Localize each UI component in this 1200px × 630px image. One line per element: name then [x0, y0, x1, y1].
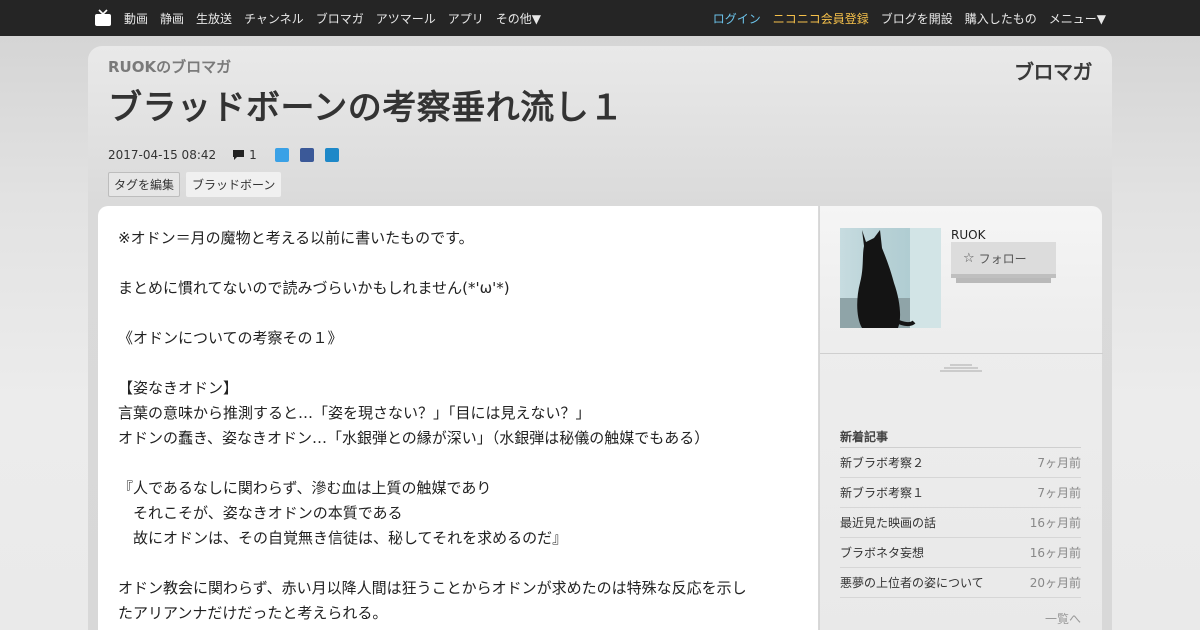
recent-article-date: 7ヶ月前 [1037, 486, 1081, 500]
grip-handle-icon[interactable] [940, 358, 982, 372]
recent-article-date: 20ヶ月前 [1029, 576, 1081, 590]
article-line: オドンの蠢き、姿なきオドン…「水銀弾との縁が深い」（水銀弾は秘儀の触媒でもある） [118, 429, 710, 447]
article-line: 【姿なきオドン】 [118, 379, 239, 397]
recent-article-title: ブラボネタ妄想 [840, 546, 925, 560]
black-cat-image [840, 228, 941, 328]
article-meta: 2017-04-15 08:42 1 [108, 148, 350, 162]
twitter-share-icon[interactable] [274, 148, 289, 162]
article-line: まとめに慣れてないので読みづらいかもしれません(*'ω'*) [118, 279, 510, 297]
niconico-tv-icon[interactable] [94, 9, 112, 27]
recent-article-item[interactable]: ブラボネタ妄想 16ヶ月前 [840, 538, 1081, 568]
recent-articles-title: 新着記事 [840, 428, 1081, 448]
tag-bar: タグを編集 ブラッドボーン [108, 172, 282, 197]
nav-still-image[interactable]: 静画 [160, 10, 184, 27]
nav-atsumaru[interactable]: アツマール [376, 10, 436, 27]
article-line: 言葉の意味から推測すると…「姿を現さない？」「目には見えない？」 [118, 404, 591, 422]
recent-article-title: 新ブラボ考察１ [840, 486, 925, 500]
article-line: ※オドン＝月の魔物と考える以前に書いたものです。 [118, 229, 474, 247]
recent-article-date: 16ヶ月前 [1029, 546, 1081, 560]
recent-articles: 新着記事 新ブラボ考察２ 7ヶ月前 新ブラボ考察１ 7ヶ月前 最近見た映画の話 … [840, 428, 1081, 627]
nav-app[interactable]: アプリ [448, 10, 484, 27]
global-nav-left: 動画 静画 生放送 チャンネル ブロマガ アツマール アプリ その他▼ [94, 0, 553, 36]
blog-name-link[interactable]: RUOKのブロマガ [108, 56, 231, 77]
sidebar-divider [820, 353, 1103, 354]
hatena-bookmark-icon[interactable] [324, 148, 339, 162]
comment-count: 1 [249, 148, 257, 162]
nav-video[interactable]: 動画 [124, 10, 148, 27]
author-avatar[interactable] [840, 228, 941, 328]
recent-article-item[interactable]: 新ブラボ考察１ 7ヶ月前 [840, 478, 1081, 508]
nav-channel[interactable]: チャンネル [244, 10, 304, 27]
nav-live[interactable]: 生放送 [196, 10, 232, 27]
open-blog-link[interactable]: ブログを開設 [881, 10, 953, 27]
share-buttons [274, 148, 350, 162]
facebook-share-icon[interactable] [299, 148, 314, 162]
publish-date: 2017-04-15 08:42 [108, 148, 217, 162]
article-title: ブラッドボーンの考察垂れ流し１ [108, 88, 624, 128]
blomaga-logo[interactable]: ブロマガ [1014, 56, 1093, 85]
recent-article-title: 最近見た映画の話 [840, 516, 937, 530]
recent-article-item[interactable]: 悪夢の上位者の姿について 20ヶ月前 [840, 568, 1081, 598]
nav-other-dropdown[interactable]: その他▼ [496, 10, 541, 27]
article-line: 故にオドンは、その自覚無き信徒は、秘してそれを求めるのだ』 [118, 529, 568, 547]
login-link[interactable]: ログイン [713, 10, 761, 27]
recent-article-title: 悪夢の上位者の姿について [840, 576, 984, 590]
article-line: 『人であるなしに関わらず、滲む血は上質の触媒であり [118, 479, 492, 497]
follow-label: フォロー [978, 251, 1027, 266]
article-line: オドン教会に関わらず、赤い月以降人間は狂うことからオドンが求めたのは特殊な反応を… [118, 579, 747, 597]
comment-link[interactable]: 1 [232, 148, 257, 162]
recent-article-item[interactable]: 最近見た映画の話 16ヶ月前 [840, 508, 1081, 538]
article-line: たアリアンナだけだったと考えられる。 [118, 604, 388, 622]
star-icon: ☆ [963, 250, 975, 266]
register-link[interactable]: ニコニコ会員登録 [773, 10, 869, 27]
comment-icon [233, 150, 245, 160]
menu-dropdown[interactable]: メニュー▼ [1049, 10, 1106, 27]
global-nav-right: ログイン ニコニコ会員登録 ブログを開設 購入したもの メニュー▼ [701, 0, 1106, 36]
edit-tags-button[interactable]: タグを編集 [108, 172, 181, 197]
purchased-link[interactable]: 購入したもの [965, 10, 1037, 27]
recent-articles-more-link[interactable]: 一覧へ [840, 610, 1081, 627]
recent-article-item[interactable]: 新ブラボ考察２ 7ヶ月前 [840, 448, 1081, 478]
recent-article-date: 16ヶ月前 [1029, 516, 1081, 530]
nav-blomaga[interactable]: ブロマガ [316, 10, 364, 27]
author-sidebar: RUOK ☆ フォロー 新着記事 新ブラボ考察２ 7ヶ月前 新ブラボ考察１ 7ヶ… [819, 206, 1103, 630]
recent-article-date: 7ヶ月前 [1037, 456, 1081, 470]
article-line: それこそが、姿なきオドンの本質である [118, 504, 403, 522]
follow-button-shadow [956, 278, 1051, 283]
article-body: ※オドン＝月の魔物と考える以前に書いたものです。 まとめに慣れてないので読みづら… [98, 206, 818, 630]
tag-link[interactable]: ブラッドボーン [186, 172, 282, 197]
recent-article-title: 新ブラボ考察２ [840, 456, 925, 470]
follow-button[interactable]: ☆ フォロー [951, 242, 1056, 278]
article-line: 《オドンについての考察その１》 [118, 329, 343, 347]
author-name[interactable]: RUOK [951, 228, 985, 242]
global-nav-bar: 動画 静画 生放送 チャンネル ブロマガ アツマール アプリ その他▼ ログイン… [0, 0, 1200, 36]
